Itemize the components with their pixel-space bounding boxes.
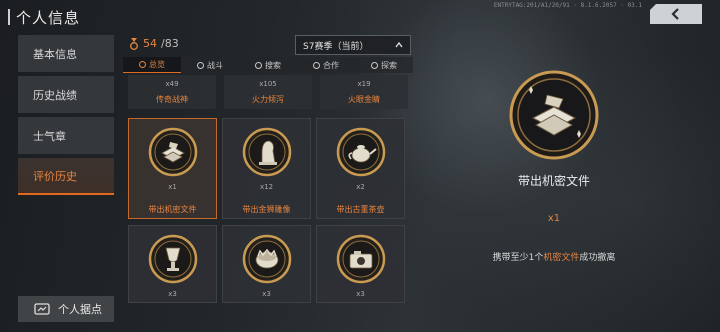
collection-count: 54/83 — [129, 37, 179, 50]
badge-name: 带出机密文件 — [148, 205, 197, 214]
filter-tabs: 总览 战斗 搜索 合作 探索 — [123, 57, 413, 73]
season-dropdown-value: S7赛季（当前） — [303, 41, 369, 52]
season-dropdown[interactable]: S7赛季（当前） — [295, 35, 411, 55]
page-title: 个人信息 — [16, 8, 81, 27]
desc-prefix: 携带至少1个 — [492, 253, 544, 263]
side-nav: 基本信息 历史战绩 士气章 评价历史 — [18, 35, 114, 199]
tab-dot-icon — [139, 61, 146, 68]
selected-badge-description: 携带至少1个机密文件成功撤离 — [449, 250, 659, 263]
tab-dot-icon — [197, 61, 204, 69]
version-text: ENTRYTAG:201/A1/20/91 · 8.1.6.2057 · 03.… — [493, 2, 642, 9]
antique-teapot-icon — [336, 127, 386, 177]
nav-item-label: 士气章 — [33, 129, 66, 143]
badge-panel: 54/83 S7赛季（当前） 总览 战斗 搜索 合作 探索 x49 传奇战神 x… — [123, 33, 413, 332]
badge-qty: x49 — [165, 80, 179, 88]
badge-cell[interactable]: x3 — [316, 225, 405, 303]
tab-search[interactable]: 搜索 — [239, 57, 297, 73]
badge-cell[interactable]: x49 传奇战神 — [128, 75, 216, 109]
badge-cell[interactable]: x3 — [128, 225, 217, 303]
badge-cell[interactable]: x105 火力倾泻 — [224, 75, 312, 109]
tab-combat[interactable]: 战斗 — [181, 57, 239, 73]
badge-name: 传奇战神 — [156, 95, 188, 104]
crown-bowl-icon — [242, 234, 292, 284]
tab-label: 探索 — [381, 60, 397, 70]
collection-total: /83 — [161, 37, 179, 50]
personal-base-label: 个人据点 — [58, 303, 102, 316]
nav-item-label: 基本信息 — [33, 47, 77, 61]
selected-badge-secret-files-icon — [509, 70, 599, 160]
tab-dot-icon — [371, 61, 378, 69]
base-icon — [34, 303, 50, 315]
badge-name: 带出古董茶壶 — [336, 205, 385, 214]
nav-item-morale-badge[interactable]: 士气章 — [18, 117, 114, 154]
badge-name: 带出金狮雕像 — [242, 205, 291, 214]
badge-qty: x2 — [356, 183, 365, 191]
nav-item-history-record[interactable]: 历史战绩 — [18, 76, 114, 113]
secret-files-icon — [148, 127, 198, 177]
tab-cooperation[interactable]: 合作 — [297, 57, 355, 73]
badge-cell[interactable]: x3 — [222, 225, 311, 303]
badge-grid: x49 传奇战神 x105 火力倾泻 x19 火眼金睛 x1 带出机密文件 x1… — [123, 75, 413, 332]
badge-row-partial: x49 传奇战神 x105 火力倾泻 x19 火眼金睛 — [128, 75, 408, 109]
tab-explore[interactable]: 探索 — [355, 57, 413, 73]
trophy-vase-icon — [148, 234, 198, 284]
tab-label: 战斗 — [207, 60, 223, 70]
tab-label: 合作 — [323, 60, 339, 70]
nav-item-basic-info[interactable]: 基本信息 — [18, 35, 114, 72]
nav-item-label: 历史战绩 — [33, 88, 77, 102]
tab-dot-icon — [313, 61, 320, 69]
badge-qty: x3 — [168, 290, 177, 298]
nav-item-label: 评价历史 — [33, 169, 77, 183]
badge-name: 火眼金睛 — [348, 95, 380, 104]
badge-cell-selected[interactable]: x1 带出机密文件 — [128, 118, 217, 219]
back-button[interactable] — [650, 4, 702, 24]
golden-lion-icon — [242, 127, 292, 177]
selected-badge-name: 带出机密文件 — [517, 174, 590, 188]
badge-cell[interactable]: x12 带出金狮雕像 — [222, 118, 311, 219]
tab-label: 总览 — [149, 60, 165, 69]
tab-label: 搜索 — [265, 60, 281, 70]
badge-qty: x12 — [259, 183, 274, 191]
desc-suffix: 成功撤离 — [579, 253, 616, 263]
header-bar — [8, 9, 10, 25]
camera-icon — [336, 234, 386, 284]
badge-cell[interactable]: x19 火眼金睛 — [320, 75, 408, 109]
collection-current: 54 — [143, 37, 157, 50]
chevron-left-icon — [671, 8, 679, 20]
badge-qty: x19 — [357, 80, 371, 88]
nav-item-evaluation-history[interactable]: 评价历史 — [18, 158, 114, 195]
badge-qty: x105 — [259, 80, 277, 88]
page-header: 个人信息 — [8, 6, 80, 28]
personal-base-button[interactable]: 个人据点 — [18, 296, 114, 322]
tab-overview[interactable]: 总览 — [123, 57, 181, 73]
medal-count-icon — [130, 37, 138, 50]
desc-highlight: 机密文件 — [543, 253, 580, 263]
badge-qty: x1 — [168, 183, 177, 191]
badge-name: 火力倾泻 — [252, 95, 284, 104]
background-art — [360, 0, 720, 332]
chevron-up-icon — [395, 41, 403, 48]
badge-cell[interactable]: x2 带出古董茶壶 — [316, 118, 405, 219]
selected-badge-qty: x1 — [547, 213, 561, 224]
tab-dot-icon — [255, 61, 262, 69]
badge-qty: x3 — [262, 290, 271, 298]
badge-qty: x3 — [356, 290, 365, 298]
